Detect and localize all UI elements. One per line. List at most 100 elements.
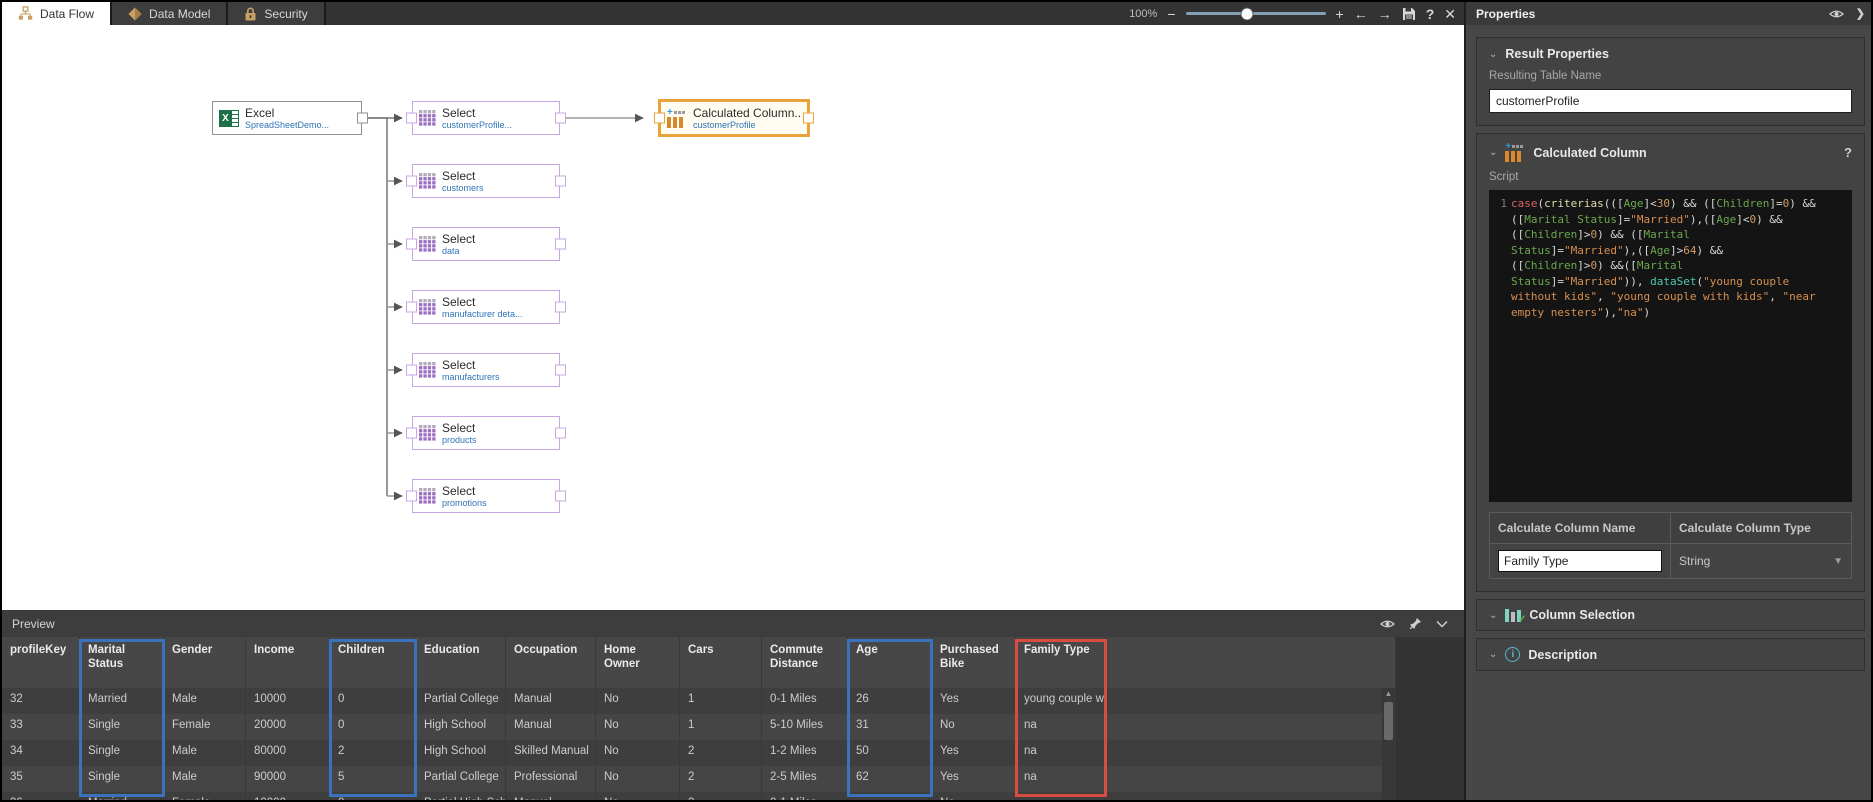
section-title[interactable]: Column Selection xyxy=(1529,608,1635,622)
output-port[interactable] xyxy=(555,239,566,250)
table-cell: No xyxy=(596,714,680,740)
table-row[interactable]: 35SingleMale900005Partial CollegeProfess… xyxy=(2,766,1396,792)
preview-title: Preview xyxy=(12,617,55,631)
tab-data-model[interactable]: Data Model xyxy=(112,2,228,25)
column-header-gender[interactable]: Gender xyxy=(164,637,246,688)
table-row[interactable]: 34SingleMale800002High SchoolSkilled Man… xyxy=(2,740,1396,766)
node-select-customers[interactable]: Selectcustomers xyxy=(412,164,560,198)
eye-icon[interactable] xyxy=(1829,8,1844,20)
table-cell: 1 xyxy=(680,688,762,714)
section-title[interactable]: Result Properties xyxy=(1505,47,1609,61)
chevron-down-icon[interactable]: ⌄ xyxy=(1489,649,1497,660)
calc-column-type-select[interactable]: String ▼ xyxy=(1671,548,1851,574)
node-select-promotions[interactable]: Selectpromotions xyxy=(412,479,560,513)
tab-security[interactable]: Security xyxy=(228,2,325,25)
section-title[interactable]: Description xyxy=(1528,648,1597,662)
node-excel-source[interactable]: X Excel SpreadSheetDemo... xyxy=(212,101,362,135)
input-port[interactable] xyxy=(406,428,417,439)
table-cell: 26 xyxy=(848,688,932,714)
help-icon[interactable]: ? xyxy=(1844,145,1852,160)
node-select-manufacturers[interactable]: Selectmanufacturers xyxy=(412,353,560,387)
table-cell: Male xyxy=(164,740,246,766)
column-header-income[interactable]: Income xyxy=(246,637,330,688)
table-row[interactable]: 32MarriedMale100000Partial CollegeManual… xyxy=(2,688,1396,714)
output-port[interactable] xyxy=(555,113,566,124)
preview-vertical-scrollbar[interactable]: ▲ xyxy=(1382,688,1395,802)
column-header-marital-status[interactable]: Marital Status xyxy=(80,637,164,688)
lock-icon xyxy=(244,7,257,21)
collapse-down-icon[interactable] xyxy=(1436,620,1448,628)
scroll-up-icon[interactable]: ▲ xyxy=(1382,688,1395,700)
input-port[interactable] xyxy=(406,302,417,313)
table-row[interactable]: 33SingleFemale200000High SchoolManualNo1… xyxy=(2,714,1396,740)
scrollbar-thumb[interactable] xyxy=(1384,702,1393,740)
calc-column-name-input[interactable] xyxy=(1498,550,1662,572)
script-code[interactable]: case(criterias(([Age]<30) && ([Children]… xyxy=(1511,196,1816,496)
input-port[interactable] xyxy=(654,113,665,124)
node-calculated-column[interactable]: + Calculated Column.. customerProfile xyxy=(658,99,810,137)
column-header-occupation[interactable]: Occupation xyxy=(506,637,596,688)
node-select-customerProfile[interactable]: SelectcustomerProfile... xyxy=(412,101,560,135)
table-cell: young couple wit xyxy=(1016,688,1106,714)
input-port[interactable] xyxy=(406,239,417,250)
section-title[interactable]: Calculated Column xyxy=(1533,146,1646,160)
column-header-cars[interactable]: Cars xyxy=(680,637,762,688)
chevron-down-icon[interactable]: ⌄ xyxy=(1489,49,1497,60)
section-column-selection[interactable]: ⌄ ✓ Column Selection xyxy=(1476,599,1865,631)
close-icon[interactable]: ✕ xyxy=(1444,7,1456,21)
tab-data-flow[interactable]: Data Flow xyxy=(2,2,112,25)
column-header-age[interactable]: Age xyxy=(848,637,932,688)
chevron-down-icon[interactable]: ⌄ xyxy=(1489,147,1497,158)
pin-icon[interactable] xyxy=(1409,617,1422,630)
dataflow-canvas[interactable]: X Excel SpreadSheetDemo... Selectcustome… xyxy=(2,25,1464,610)
script-editor[interactable]: 1 case(criterias(([Age]<30) && ([Childre… xyxy=(1489,190,1852,502)
column-header-children[interactable]: Children xyxy=(330,637,416,688)
input-port[interactable] xyxy=(406,491,417,502)
chevron-down-icon: ▼ xyxy=(1833,556,1843,567)
table-row[interactable]: 36MarriedFemale100000Partial High SchoMa… xyxy=(2,792,1396,802)
section-description[interactable]: ⌄ i Description xyxy=(1476,638,1865,671)
node-title: Select xyxy=(442,169,484,183)
resulting-table-name-input[interactable] xyxy=(1489,89,1852,113)
help-icon[interactable]: ? xyxy=(1426,7,1435,21)
table-cell: na xyxy=(1016,766,1106,792)
output-port[interactable] xyxy=(357,113,368,124)
output-port[interactable] xyxy=(803,113,814,124)
forward-arrow-icon[interactable]: → xyxy=(1378,7,1392,21)
column-header-profilekey[interactable]: profileKey xyxy=(2,637,80,688)
output-port[interactable] xyxy=(555,365,566,376)
node-title: Select xyxy=(442,295,523,309)
node-title: Select xyxy=(442,232,475,246)
output-port[interactable] xyxy=(555,302,566,313)
column-header-commute-distance[interactable]: Commute Distance xyxy=(762,637,848,688)
column-header-education[interactable]: Education xyxy=(416,637,506,688)
column-header-family-type[interactable]: Family Type xyxy=(1016,637,1106,688)
table-cell: 1-2 Miles xyxy=(762,740,848,766)
save-icon[interactable] xyxy=(1402,7,1416,21)
output-port[interactable] xyxy=(555,428,566,439)
zoom-out-icon[interactable]: − xyxy=(1167,7,1175,21)
input-port[interactable] xyxy=(406,365,417,376)
input-port[interactable] xyxy=(406,113,417,124)
node-select-products[interactable]: Selectproducts xyxy=(412,416,560,450)
table-cell: 2 xyxy=(680,792,762,802)
table-cell: Professional xyxy=(506,766,596,792)
table-cell: Single xyxy=(80,766,164,792)
chevron-down-icon[interactable]: ⌄ xyxy=(1489,610,1497,621)
node-select-manufacturerdeta[interactable]: Selectmanufacturer deta... xyxy=(412,290,560,324)
eye-icon[interactable] xyxy=(1380,618,1395,630)
zoom-in-icon[interactable]: + xyxy=(1336,7,1344,21)
select-grid-icon xyxy=(419,173,436,189)
input-port[interactable] xyxy=(406,176,417,187)
output-port[interactable] xyxy=(555,491,566,502)
calculated-column-icon: + xyxy=(1505,143,1525,162)
output-port[interactable] xyxy=(555,176,566,187)
column-header-home-owner[interactable]: Home Owner xyxy=(596,637,680,688)
zoom-slider[interactable] xyxy=(1186,12,1326,15)
node-select-data[interactable]: Selectdata xyxy=(412,227,560,261)
back-arrow-icon[interactable]: ← xyxy=(1354,7,1368,21)
collapse-panel-icon[interactable]: ❯ xyxy=(1856,7,1865,20)
column-header-purchased-bike[interactable]: Purchased Bike xyxy=(932,637,1016,688)
zoom-slider-handle[interactable] xyxy=(1242,8,1253,19)
node-title: Calculated Column.. xyxy=(693,106,801,120)
